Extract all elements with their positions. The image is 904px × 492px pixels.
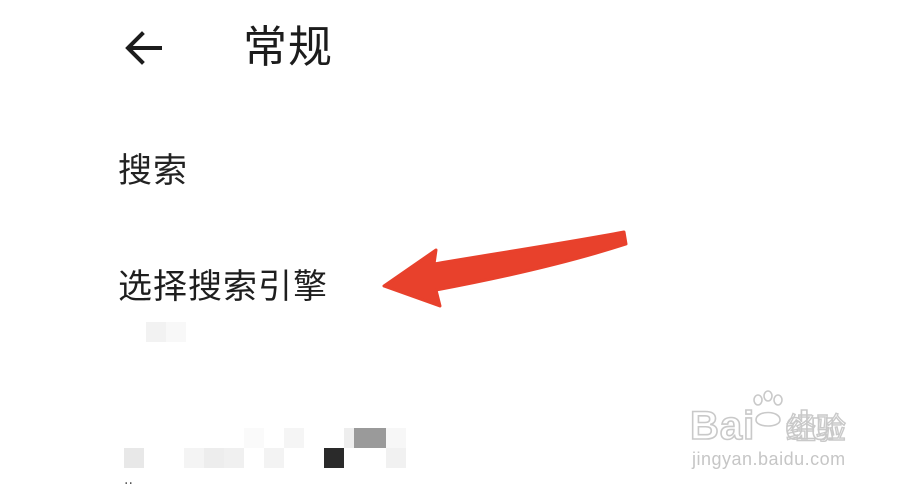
redacted-content-row bbox=[124, 424, 414, 470]
app-bar: 常规 bbox=[0, 0, 904, 100]
list-item-title: 选择搜索引擎 bbox=[118, 267, 328, 307]
section-header-search: 搜索 bbox=[118, 151, 188, 191]
truncated-indicator: ·· bbox=[124, 476, 133, 492]
list-item-search-engine[interactable]: 选择搜索引擎 bbox=[0, 248, 904, 358]
page-title: 常规 bbox=[243, 22, 333, 73]
paw-icon bbox=[753, 390, 783, 427]
arrow-left-icon bbox=[125, 31, 162, 65]
baidu-jingyan-watermark: Bai du 经验 jingyan.baidu.com bbox=[689, 390, 890, 480]
list-item-summary-redacted bbox=[146, 322, 186, 348]
back-button[interactable] bbox=[118, 22, 170, 74]
